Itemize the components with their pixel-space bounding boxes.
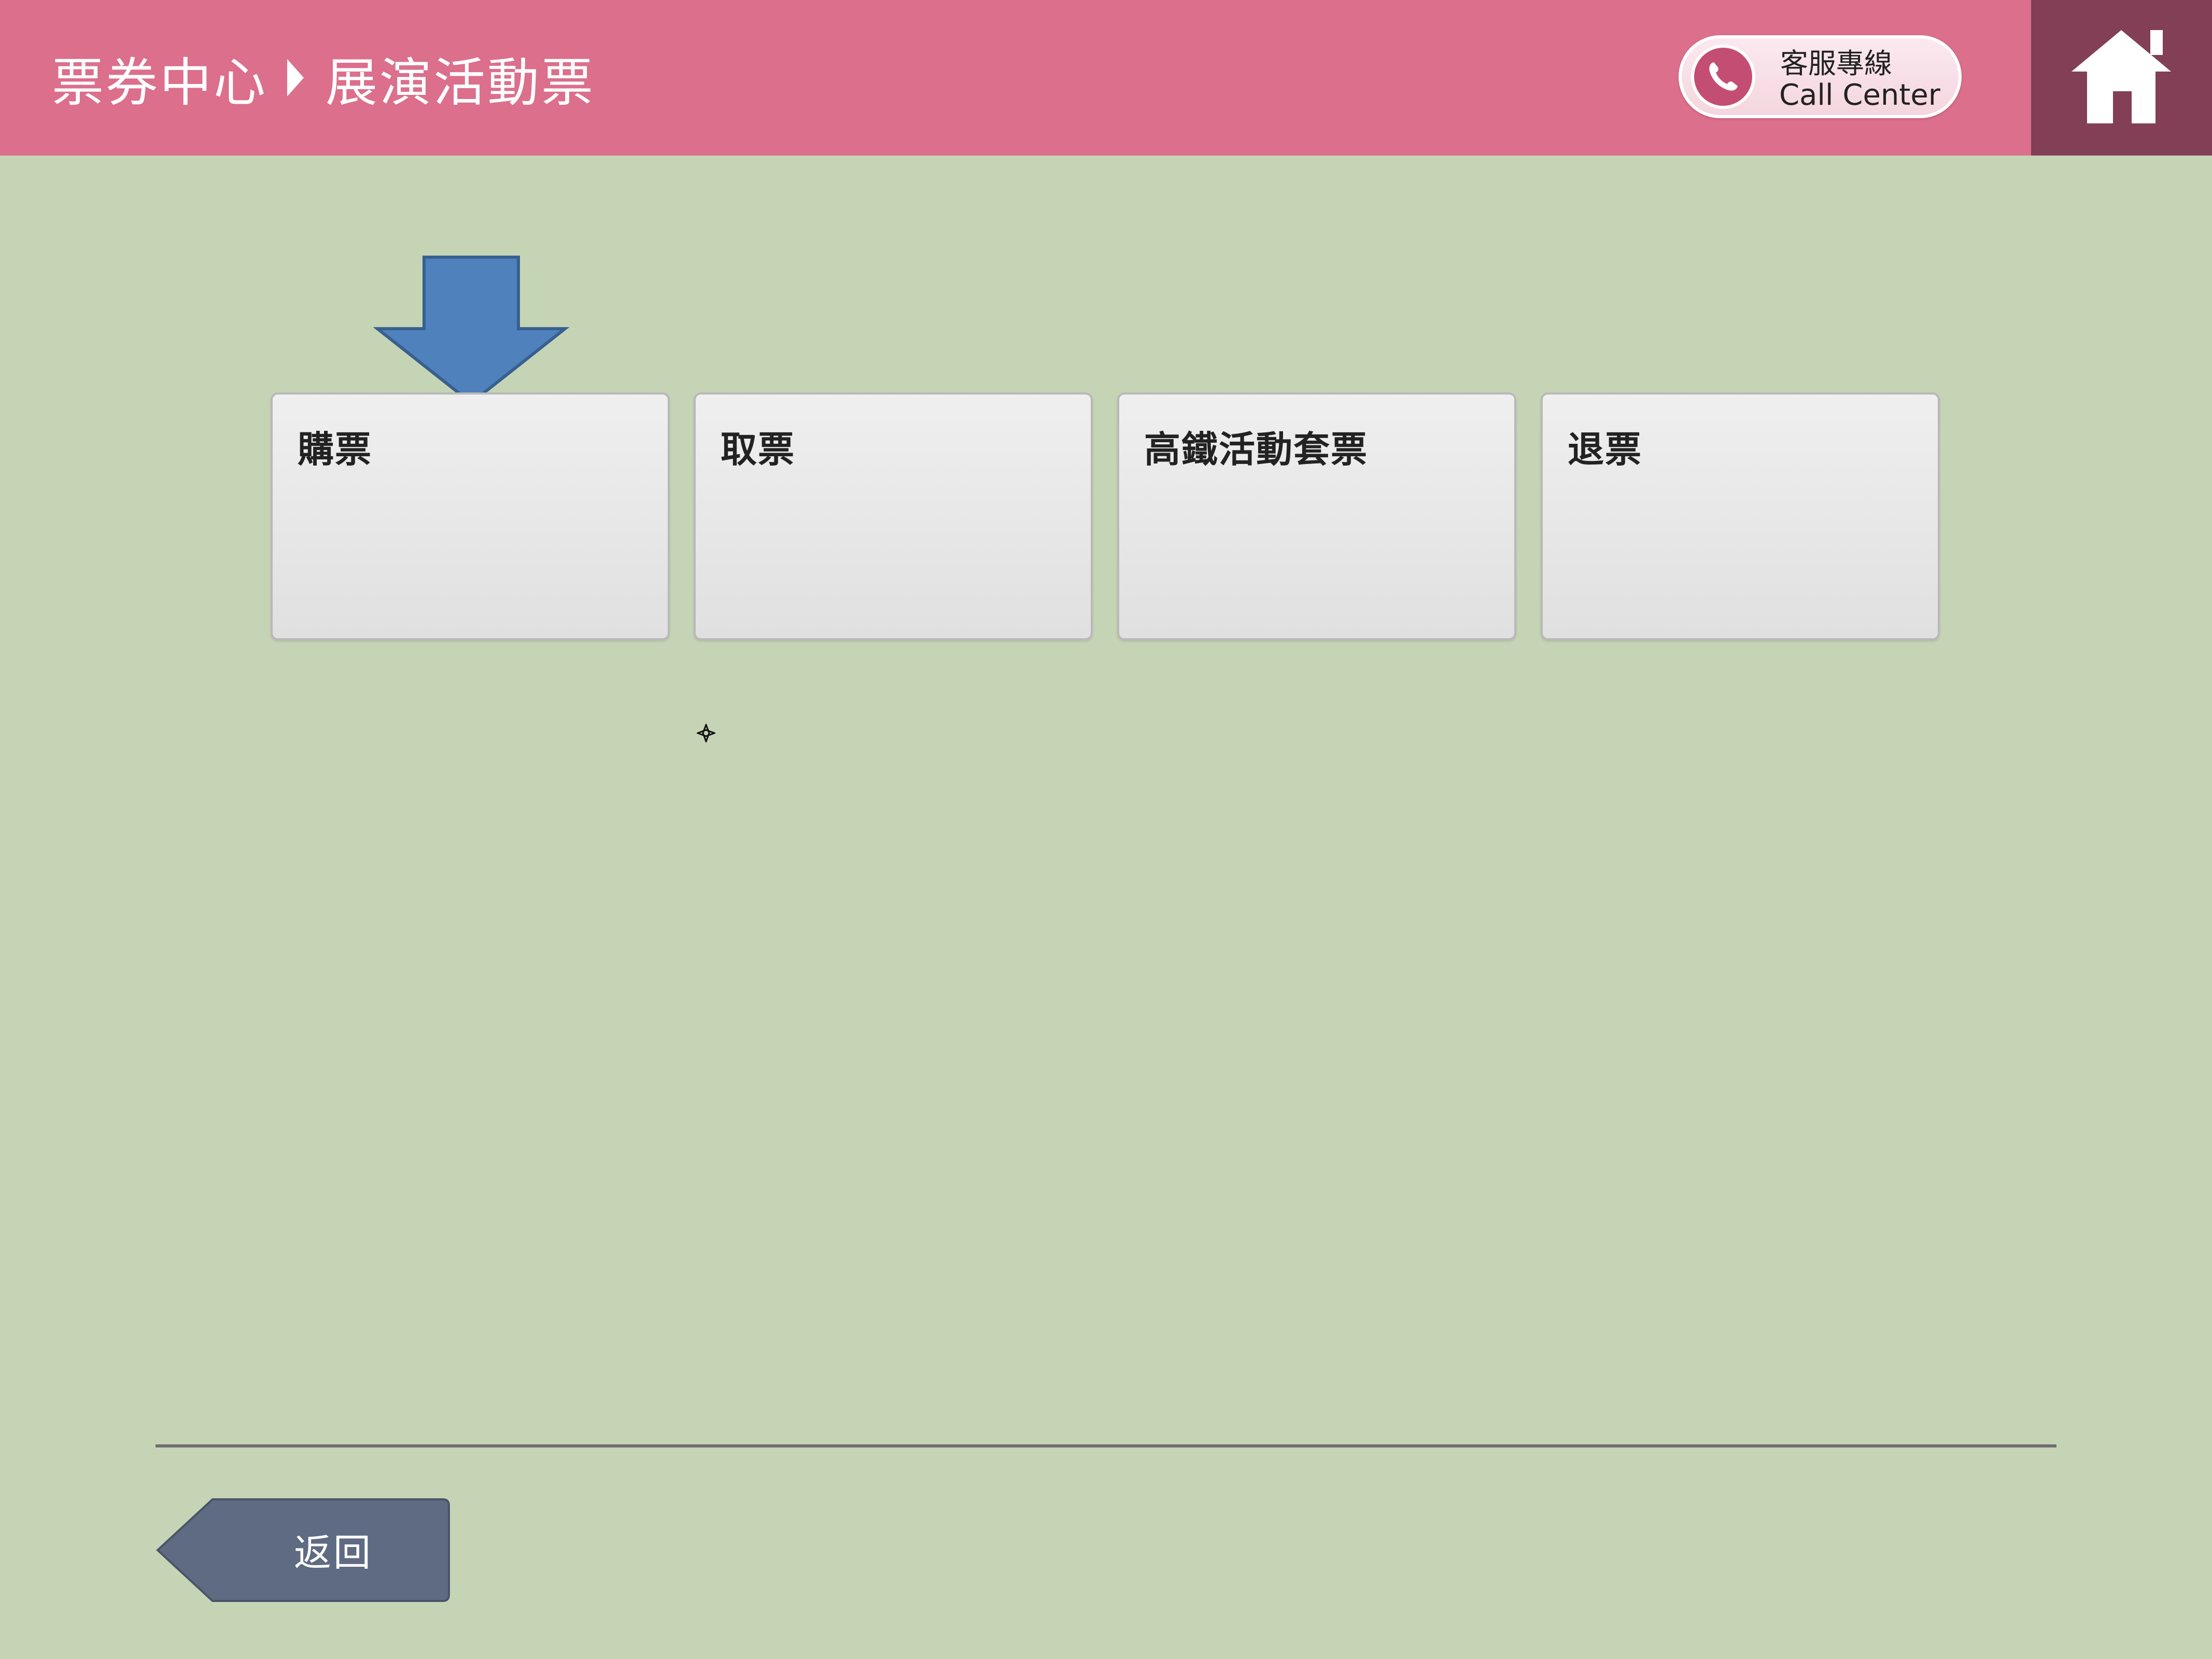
tile-label: 退票 [1568,428,1642,471]
breadcrumb: 票券中心 展演活動票 [52,0,595,156]
breadcrumb-separator-icon [287,59,304,96]
back-button-label: 返回 [293,1530,373,1574]
pickup-ticket-button[interactable]: 取票 [694,392,1093,640]
cursor-icon [697,724,715,742]
refund-ticket-button[interactable]: 退票 [1541,392,1940,640]
footer-divider [156,1444,2056,1447]
hsr-package-ticket-button[interactable]: 高鐵活動套票 [1117,392,1516,640]
home-button[interactable] [2031,0,2212,156]
phone-icon [1691,45,1755,109]
breadcrumb-current: 展演活動票 [326,52,595,113]
header-bar: 票券中心 展演活動票 客服專線 Call Center [0,0,2212,156]
tile-label: 高鐵活動套票 [1144,428,1368,471]
down-arrow-icon [373,256,570,405]
home-icon [2072,30,2171,123]
tile-label: 取票 [721,428,795,471]
tile-label: 購票 [298,428,372,471]
call-center-button[interactable]: 客服專線 Call Center [1679,35,1962,118]
breadcrumb-root[interactable]: 票券中心 [52,40,267,116]
call-center-label-en: Call Center [1779,78,1940,112]
call-center-label-zh: 客服專線 [1780,47,1892,80]
buy-ticket-button[interactable]: 購票 [271,392,670,640]
